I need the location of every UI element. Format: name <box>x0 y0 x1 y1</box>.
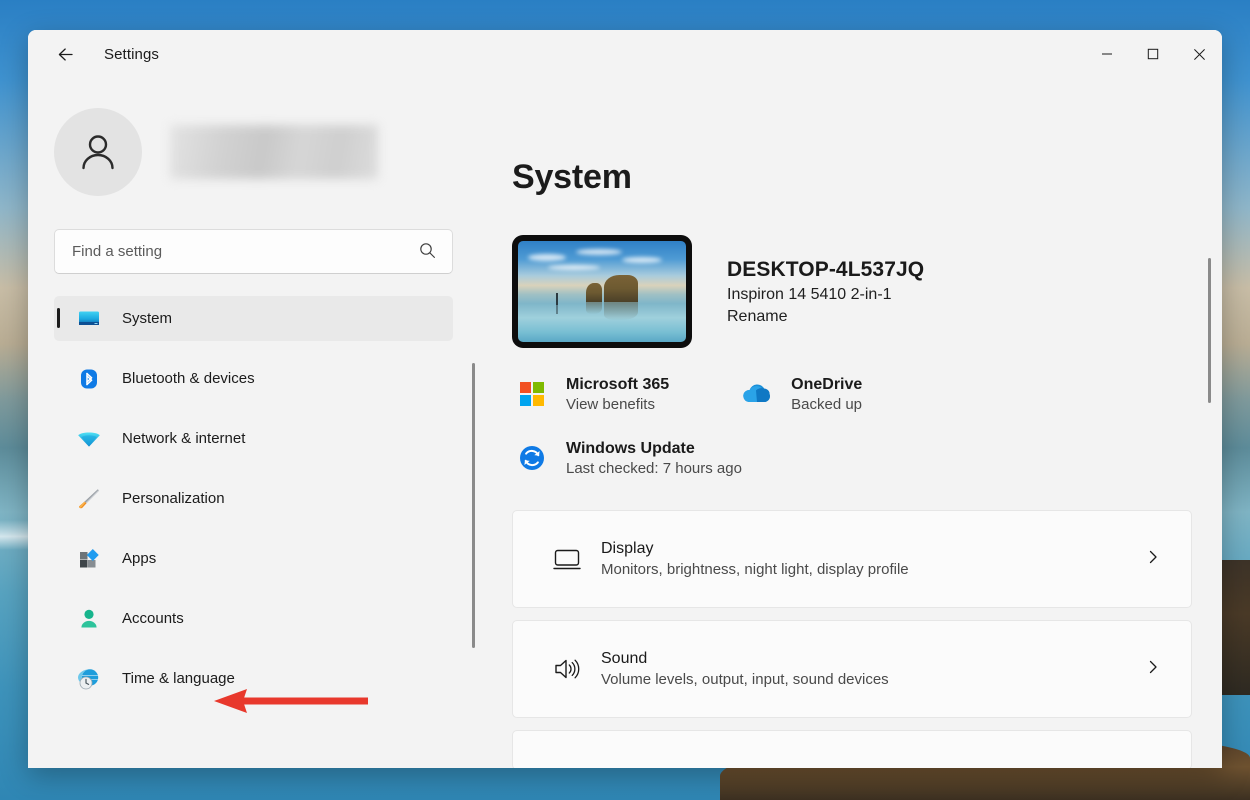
microsoft-logo-icon <box>512 374 552 414</box>
magnifier-glyph <box>420 243 435 258</box>
main-content: System DESKTOP-4L537JQ Inspiron 14 5410 … <box>480 78 1222 768</box>
settings-card-sound[interactable]: Sound Volume levels, output, input, soun… <box>512 620 1192 718</box>
sidebar-item-personalization[interactable]: Personalization <box>54 476 453 521</box>
display-monitor-icon <box>543 544 591 574</box>
profile-section[interactable] <box>54 108 480 196</box>
window-titlebar: Settings <box>28 30 1222 78</box>
person-avatar-icon <box>82 135 114 170</box>
back-arrow-icon <box>58 47 73 61</box>
sidebar-item-apps[interactable]: Apps <box>54 536 453 581</box>
main-scrollbar[interactable] <box>1204 228 1216 748</box>
main-scrollbar-thumb[interactable] <box>1208 258 1211 403</box>
desktop-wallpaper: Settings Find a setting System Bluetooth… <box>0 0 1250 800</box>
chevron-right-icon[interactable] <box>1145 549 1161 570</box>
person-icon <box>72 606 106 632</box>
card-subtitle: Volume levels, output, input, sound devi… <box>601 671 889 688</box>
speaker-icon <box>543 654 591 684</box>
quick-link-onedrive[interactable]: OneDrive Backed up <box>737 374 862 414</box>
device-name: DESKTOP-4L537JQ <box>727 257 925 281</box>
quick-link-windows-update[interactable]: Windows Update Last checked: 7 hours ago <box>512 438 1222 478</box>
minimize-icon <box>1102 53 1112 55</box>
minimize-button[interactable] <box>1084 30 1130 78</box>
sidebar-scrollbar-thumb[interactable] <box>472 363 475 648</box>
sidebar-item-label: Network & internet <box>122 430 246 447</box>
quick-link-subtitle: View benefits <box>566 395 655 413</box>
quick-link-microsoft-365[interactable]: Microsoft 365 View benefits <box>512 374 669 414</box>
sidebar-nav: System Bluetooth & devices Network & int… <box>28 296 480 701</box>
maximize-icon <box>1147 48 1159 60</box>
sidebar-item-label: Time & language <box>122 670 235 687</box>
sidebar: System Bluetooth & devices <box>28 78 480 768</box>
sidebar-item-network-internet[interactable]: Network & internet <box>54 416 453 461</box>
card-subtitle: Monitors, brightness, night light, displ… <box>601 561 909 578</box>
sidebar-item-accounts[interactable]: Accounts <box>54 596 453 641</box>
onedrive-cloud-icon <box>737 374 777 414</box>
quick-link-subtitle: Last checked: 7 hours ago <box>566 459 742 477</box>
apps-icon <box>72 546 106 572</box>
device-info: DESKTOP-4L537JQ Inspiron 14 5410 2-in-1 … <box>727 258 924 326</box>
sidebar-item-label: System <box>122 310 173 327</box>
rename-link[interactable]: Rename <box>727 308 924 326</box>
settings-window: Settings Find a setting System Bluetooth… <box>28 30 1222 768</box>
sidebar-item-bluetooth-devices[interactable]: Bluetooth & devices <box>54 356 453 401</box>
windows-update-icon <box>512 438 552 478</box>
quick-link-title: Microsoft 365 <box>566 375 670 393</box>
device-model: Inspiron 14 5410 2-in-1 <box>727 285 892 303</box>
sidebar-item-label: Personalization <box>122 490 225 507</box>
back-button[interactable] <box>46 37 84 71</box>
close-icon <box>1193 48 1205 60</box>
settings-card-display[interactable]: Display Monitors, brightness, night ligh… <box>512 510 1192 608</box>
sidebar-item-label: Bluetooth & devices <box>122 370 255 387</box>
quick-link-title: OneDrive <box>791 375 863 393</box>
settings-card-partial[interactable] <box>512 730 1192 768</box>
sidebar-item-time-language[interactable]: Time & language <box>54 656 453 701</box>
bluetooth-icon <box>72 366 106 392</box>
maximize-button[interactable] <box>1130 30 1176 78</box>
window-controls <box>1084 30 1222 78</box>
search-input[interactable] <box>72 243 392 260</box>
device-thumbnail <box>512 235 692 348</box>
device-wallpaper-thumbnail <box>518 241 686 342</box>
globe-clock-icon <box>72 666 106 692</box>
chevron-right-icon[interactable] <box>1145 659 1161 680</box>
device-summary: DESKTOP-4L537JQ Inspiron 14 5410 2-in-1 … <box>512 235 1222 348</box>
window-body: System Bluetooth & devices <box>28 78 1222 768</box>
avatar <box>54 108 142 196</box>
search-icon[interactable] <box>419 242 436 264</box>
quick-link-title: Windows Update <box>566 439 695 457</box>
quick-link-subtitle: Backed up <box>791 395 863 413</box>
card-title: Display <box>601 540 654 557</box>
page-title: System <box>512 158 632 196</box>
settings-cards: Display Monitors, brightness, night ligh… <box>512 510 1222 768</box>
app-title: Settings <box>104 45 159 63</box>
monitor-icon <box>72 306 106 332</box>
sidebar-scrollbar[interactable] <box>468 363 480 683</box>
wifi-icon <box>72 426 106 452</box>
search-box[interactable] <box>54 229 453 274</box>
sidebar-item-label: Accounts <box>122 610 184 627</box>
quick-links-row-1: Microsoft 365 View benefits OneDrive Bac… <box>512 374 1222 414</box>
sidebar-item-system[interactable]: System <box>54 296 453 341</box>
card-title: Sound <box>601 650 648 667</box>
quick-links: Microsoft 365 View benefits OneDrive Bac… <box>512 374 1222 478</box>
close-button[interactable] <box>1176 30 1222 78</box>
profile-name-redacted <box>170 125 378 179</box>
sidebar-item-label: Apps <box>122 550 157 567</box>
paintbrush-icon <box>72 486 106 512</box>
